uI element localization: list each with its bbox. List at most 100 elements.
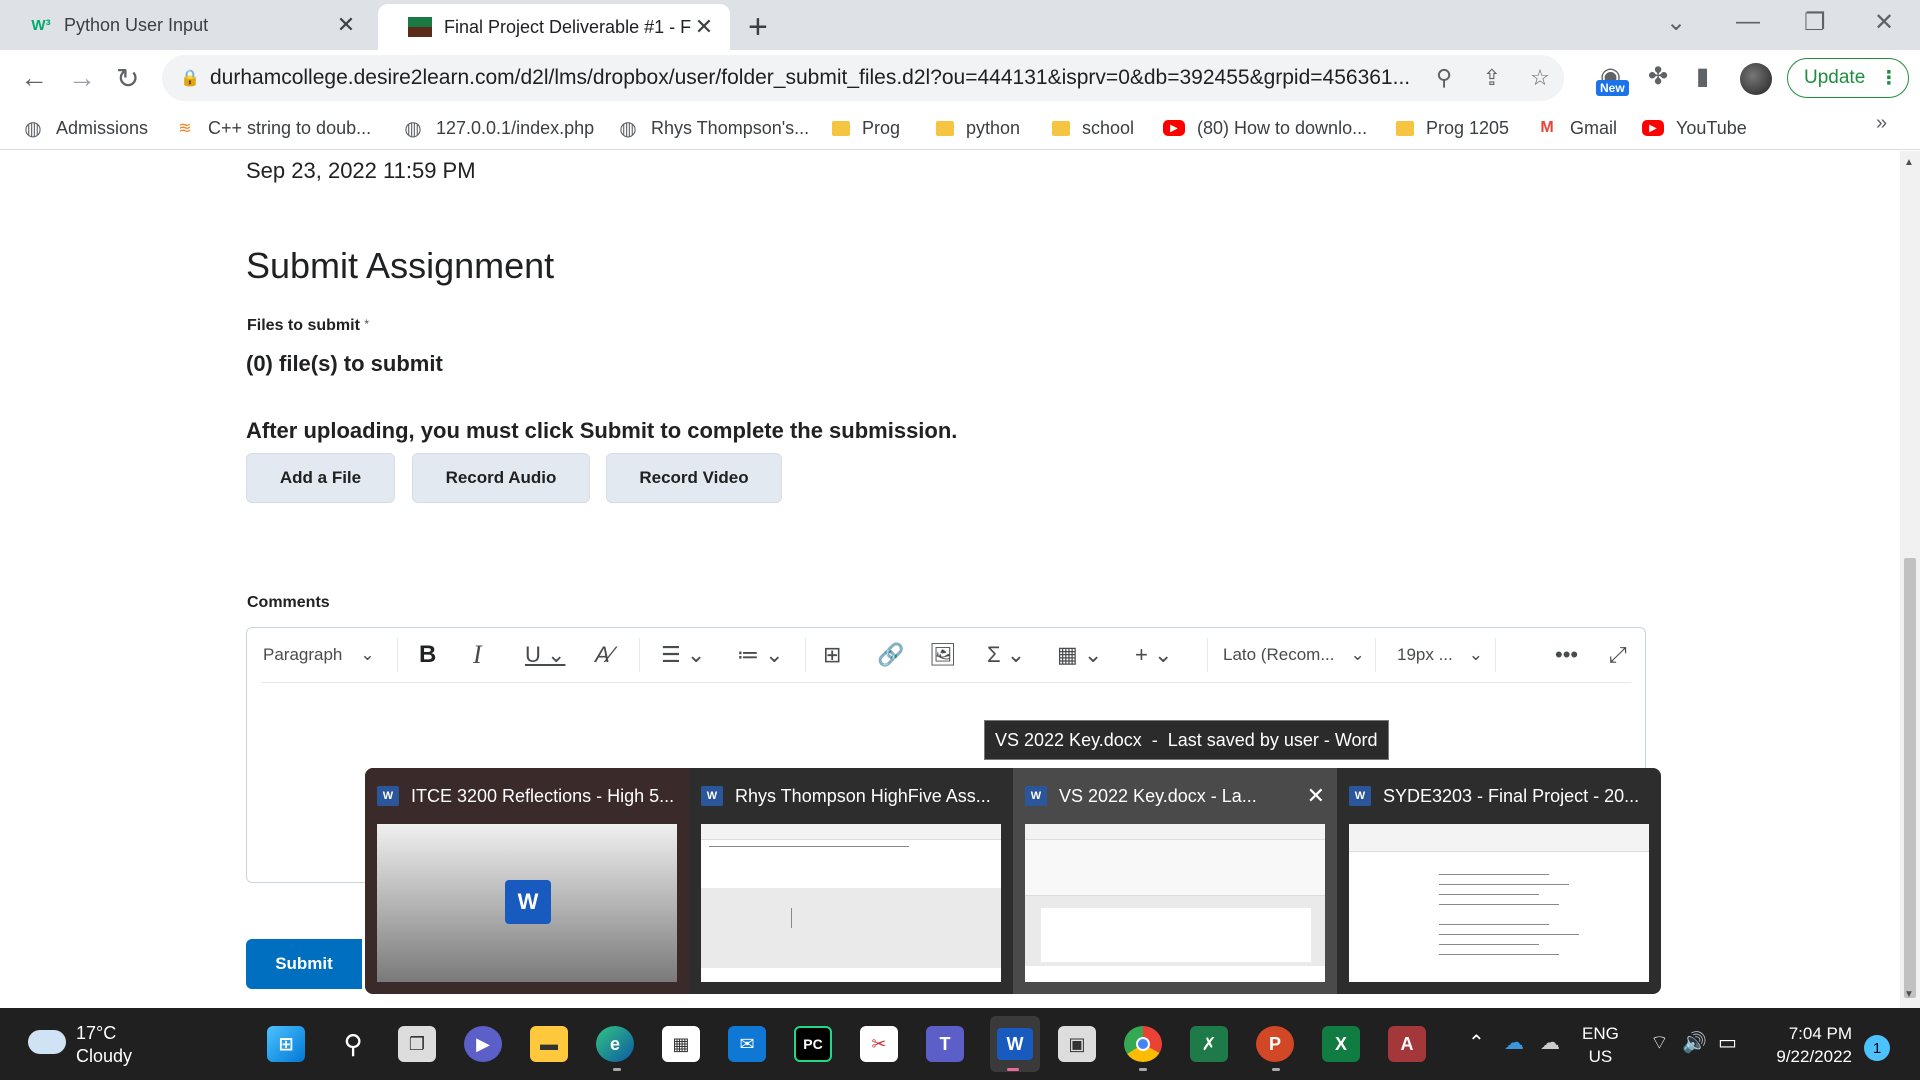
- close-preview-icon[interactable]: ✕: [1307, 783, 1325, 809]
- onedrive-icon[interactable]: ☁: [1504, 1030, 1524, 1055]
- record-video-button[interactable]: Record Video: [606, 453, 782, 503]
- snipping-tool-icon[interactable]: ✂: [860, 1026, 898, 1062]
- excel-xml-icon[interactable]: ✗: [1190, 1026, 1228, 1062]
- update-button[interactable]: Update ⋮: [1787, 58, 1909, 98]
- bookmark-python[interactable]: python: [936, 114, 1020, 142]
- preview-vs-2022-key[interactable]: W VS 2022 Key.docx - La... ✕: [1013, 768, 1337, 994]
- teams-chat-icon[interactable]: ▶: [464, 1026, 502, 1062]
- bookmark-gmail[interactable]: M Gmail: [1536, 114, 1617, 142]
- tab-search-icon[interactable]: ⌄: [1666, 8, 1686, 37]
- preview-itce-reflections[interactable]: W ITCE 3200 Reflections - High 5... W: [365, 768, 689, 994]
- fullscreen-icon[interactable]: ⤢: [1609, 628, 1627, 682]
- minimize-icon[interactable]: —: [1736, 8, 1760, 36]
- volume-icon[interactable]: 🔊: [1682, 1030, 1707, 1055]
- add-file-button[interactable]: Add a File: [246, 453, 395, 503]
- word-logo-icon: W: [505, 880, 551, 924]
- paragraph-format-select[interactable]: Paragraph ⌄: [263, 628, 375, 682]
- font-size-select[interactable]: 19px ... ⌄: [1397, 628, 1483, 682]
- toolbar-divider: [1375, 638, 1376, 672]
- forward-icon[interactable]: →: [68, 62, 96, 94]
- insert-stuff-icon[interactable]: ⊞: [823, 628, 841, 682]
- profile-avatar[interactable]: [1740, 63, 1772, 95]
- link-icon[interactable]: 🔗: [877, 628, 904, 682]
- url-text[interactable]: durhamcollege.desire2learn.com/d2l/lms/d…: [210, 66, 1420, 90]
- bookmark-school[interactable]: school: [1052, 114, 1134, 142]
- bookmark-youtube[interactable]: ▶ YouTube: [1642, 114, 1747, 142]
- font-family-select[interactable]: Lato (Recom... ⌄: [1223, 628, 1365, 682]
- equation-icon[interactable]: Σ ⌄: [987, 628, 1025, 682]
- excel-icon[interactable]: X: [1322, 1026, 1360, 1062]
- clock[interactable]: 7:04 PM 9/22/2022: [1762, 1022, 1852, 1068]
- close-window-icon[interactable]: ✕: [1874, 8, 1894, 37]
- side-panel-icon[interactable]: ▮: [1696, 62, 1709, 91]
- bookmark-star-icon[interactable]: ☆: [1516, 65, 1564, 91]
- lock-icon[interactable]: 🔒: [180, 68, 210, 88]
- wifi-icon[interactable]: ⌔: [1650, 1030, 1669, 1055]
- menu-dots-icon[interactable]: ⋮: [1879, 67, 1898, 90]
- task-view-icon[interactable]: ❐: [398, 1026, 436, 1062]
- bookmark-localhost[interactable]: ◍ 127.0.0.1/index.php: [402, 114, 594, 142]
- active-indicator: [1007, 1068, 1019, 1071]
- cloud-icon[interactable]: [28, 1030, 66, 1054]
- page-scrollbar[interactable]: ▲ ▼: [1900, 151, 1920, 1008]
- bookmark-admissions[interactable]: ◍ Admissions: [22, 114, 148, 142]
- file-explorer-icon[interactable]: ▬: [530, 1026, 568, 1062]
- tab-python-user-input[interactable]: W³ Python User Input ✕: [0, 0, 372, 50]
- italic-icon[interactable]: I: [473, 628, 482, 682]
- bookmark-cpp-string[interactable]: ≋ C++ string to doub...: [174, 114, 371, 142]
- align-icon[interactable]: ☰ ⌄: [661, 628, 705, 682]
- battery-icon[interactable]: ▭: [1718, 1030, 1737, 1055]
- insert-more-icon[interactable]: + ⌄: [1135, 628, 1172, 682]
- chrome-icon[interactable]: [1124, 1026, 1162, 1062]
- back-icon[interactable]: ←: [20, 62, 48, 94]
- start-icon[interactable]: ⊞: [267, 1026, 305, 1062]
- bookmarks-overflow-icon[interactable]: »: [1876, 112, 1887, 135]
- extensions-puzzle-icon[interactable]: ✤: [1648, 62, 1668, 91]
- teams-icon[interactable]: T: [926, 1026, 964, 1062]
- language-indicator[interactable]: ENG US: [1582, 1022, 1619, 1068]
- photo-viewer-icon[interactable]: ▣: [1058, 1026, 1096, 1062]
- submit-button[interactable]: Submit: [246, 939, 362, 989]
- tab-final-project[interactable]: Final Project Deliverable #1 - For ✕: [378, 4, 730, 50]
- image-icon[interactable]: 🖼: [929, 628, 957, 682]
- list-icon[interactable]: ≔ ⌄: [737, 628, 784, 682]
- edge-icon[interactable]: e: [596, 1026, 634, 1062]
- preview-syde3203[interactable]: W SYDE3203 - Final Project - 20...: [1337, 768, 1661, 994]
- pycharm-icon[interactable]: PC: [794, 1026, 832, 1062]
- scroll-thumb[interactable]: [1904, 558, 1916, 998]
- cloud-sync-error-icon[interactable]: ☁: [1540, 1030, 1560, 1055]
- mail-icon[interactable]: ✉: [728, 1026, 766, 1062]
- reload-icon[interactable]: ↻: [116, 62, 139, 95]
- bookmark-rhys-thompson[interactable]: ◍ Rhys Thompson's...: [617, 114, 809, 142]
- preview-rhys-highfive[interactable]: W Rhys Thompson HighFive Ass...: [689, 768, 1013, 994]
- restore-icon[interactable]: ❐: [1804, 8, 1826, 37]
- text-color-icon[interactable]: A⁄: [595, 628, 613, 682]
- preview-thumbnail: W: [377, 824, 677, 982]
- hidden-icons-chevron-icon[interactable]: ⌃: [1468, 1030, 1485, 1055]
- close-tab-icon[interactable]: ✕: [692, 14, 716, 40]
- scroll-down-icon[interactable]: ▼: [1904, 989, 1914, 1000]
- record-audio-button[interactable]: Record Audio: [412, 453, 590, 503]
- access-icon[interactable]: A: [1388, 1026, 1426, 1062]
- microsoft-store-icon[interactable]: ▦: [662, 1026, 700, 1062]
- new-tab-icon[interactable]: +: [748, 8, 768, 47]
- underline-icon[interactable]: U ⌄: [525, 628, 565, 682]
- address-bar[interactable]: 🔒 durhamcollege.desire2learn.com/d2l/lms…: [162, 55, 1564, 101]
- word-taskbar-button[interactable]: W: [990, 1016, 1040, 1072]
- notification-badge[interactable]: 1: [1864, 1035, 1890, 1061]
- more-options-icon[interactable]: •••: [1555, 628, 1578, 682]
- powerpoint-icon[interactable]: P: [1256, 1026, 1294, 1062]
- bookmark-youtube-video[interactable]: ▶ (80) How to downlo...: [1163, 114, 1367, 142]
- scroll-up-icon[interactable]: ▲: [1904, 157, 1914, 168]
- close-tab-icon[interactable]: ✕: [334, 12, 358, 38]
- bold-icon[interactable]: B: [419, 628, 436, 682]
- word-icon: W: [701, 786, 723, 806]
- table-icon[interactable]: ▦ ⌄: [1057, 628, 1102, 682]
- bookmark-prog-1205[interactable]: Prog 1205: [1396, 114, 1509, 142]
- zoom-icon[interactable]: ⚲: [1420, 65, 1468, 91]
- weather-widget[interactable]: 17°C Cloudy: [76, 1022, 132, 1068]
- toolbar-divider: [397, 638, 398, 672]
- share-icon[interactable]: ⇪: [1468, 65, 1516, 91]
- bookmark-prog[interactable]: Prog: [832, 114, 900, 142]
- search-icon[interactable]: ⚲: [334, 1026, 372, 1062]
